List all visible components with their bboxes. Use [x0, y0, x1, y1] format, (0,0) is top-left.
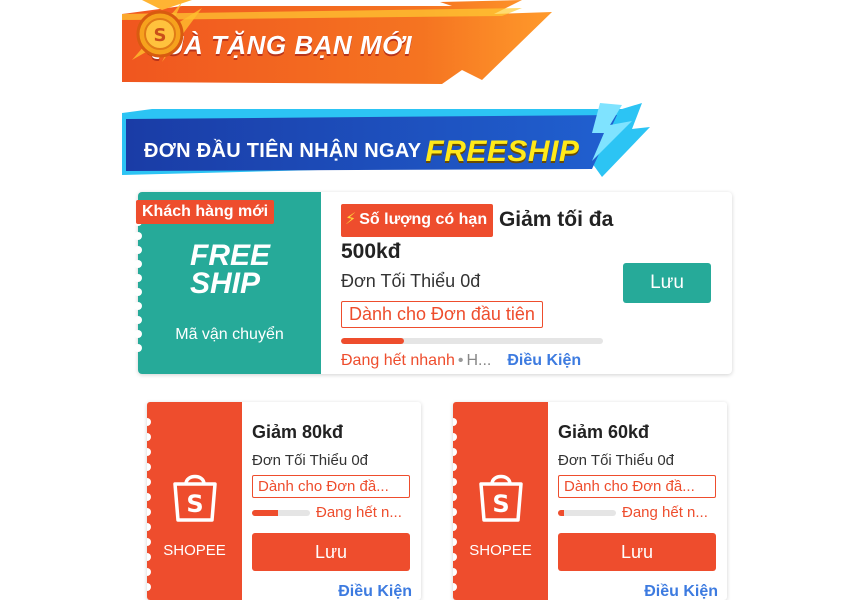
voucher-discount-title: Giảm 60kđ — [558, 422, 650, 442]
banner-freeship-title: ĐƠN ĐẦU TIÊN NHẬN NGAY FREESHIP — [144, 131, 580, 168]
shopee-voucher-details: Giảm 60kđ Đơn Tối Thiểu 0đ Dành cho Đơn … — [558, 422, 718, 600]
shopping-bag-icon: S — [173, 474, 217, 522]
usage-progress-fill — [252, 509, 279, 516]
min-order-text: Đơn Tối Thiểu 0đ — [558, 452, 675, 469]
first-order-tag: Dành cho Đơn đầu tiên — [341, 301, 543, 328]
selling-fast-text: Đang hết n... — [316, 504, 402, 521]
banner-freeship-highlight: FREESHIP — [425, 135, 580, 168]
freeship-voucher-details: ⚡ Số lượng có hạn Giảm tối đa 500kđ Đơn T… — [341, 204, 621, 370]
svg-text:S: S — [154, 25, 167, 46]
save-voucher-button[interactable]: Lưu — [252, 533, 410, 571]
selling-fast-text: Đang hết nhanh — [341, 352, 455, 369]
shopee-voucher-card: S SHOPEE Giảm 80kđ Đơn Tối Thiểu 0đ Dành… — [147, 402, 421, 600]
usage-row: Đang hết n... — [252, 504, 412, 521]
shopee-voucher-details: Giảm 80kđ Đơn Tối Thiểu 0đ Dành cho Đơn … — [252, 422, 412, 600]
ticket-edge — [147, 418, 151, 598]
usage-progress-fill — [558, 509, 564, 516]
first-order-tag: Dành cho Đơn đầ... — [252, 475, 410, 498]
freeship-logo-line2: SHIP — [190, 267, 261, 300]
selling-fast-text: Đang hết n... — [622, 504, 708, 521]
usage-progress-bar — [341, 338, 603, 344]
usage-progress-fill — [341, 338, 404, 344]
freeship-logo: FREE SHIP — [190, 239, 271, 300]
svg-text:S: S — [186, 490, 203, 518]
svg-text:S: S — [492, 490, 509, 518]
usage-row: Đang hết n... — [558, 504, 718, 521]
conditions-link[interactable]: Điều Kiện — [558, 583, 718, 600]
shopee-brand-label: SHOPEE — [469, 542, 532, 559]
freeship-voucher-title: ⚡ Số lượng có hạn Giảm tối đa 500kđ — [341, 204, 621, 267]
freeship-logo-line1: FREE — [190, 239, 271, 272]
usage-progress-bar — [252, 509, 310, 516]
coin-icon: S — [132, 2, 202, 62]
shopee-brand-label: SHOPEE — [163, 542, 226, 559]
new-customer-badge: Khách hàng mới — [136, 200, 275, 224]
banner-new-user-gift: QUÀ TẶNG BẠN MỚI S — [122, 0, 572, 88]
freeship-voucher-card: FREE SHIP Mã vận chuyển Khách hàng mới ⚡… — [134, 192, 732, 374]
expiry-text: H... — [466, 352, 492, 369]
conditions-link[interactable]: Điều Kiện — [507, 352, 581, 369]
banner-freeship: ĐƠN ĐẦU TIÊN NHẬN NGAY FREESHIP — [122, 103, 652, 183]
shopee-voucher-stub: S SHOPEE — [453, 402, 548, 600]
ticket-edge — [453, 418, 457, 598]
min-order-text: Đơn Tối Thiểu 0đ — [252, 452, 369, 469]
shopping-bag-icon: S — [479, 474, 523, 522]
usage-progress-bar — [558, 509, 616, 516]
separator-dot: • — [457, 352, 464, 369]
limited-quantity-badge: ⚡ Số lượng có hạn — [341, 204, 494, 237]
banner-freeship-text: ĐƠN ĐẦU TIÊN NHẬN NGAY — [144, 140, 422, 162]
save-voucher-button[interactable]: Lưu — [558, 533, 716, 571]
voucher-footer: Đang hết nhanh • H... Điều Kiện — [341, 352, 621, 370]
voucher-discount-title: Giảm 80kđ — [252, 422, 344, 442]
shopee-voucher-stub: S SHOPEE — [147, 402, 242, 600]
freeship-subtitle: Mã vận chuyển — [175, 326, 284, 343]
lightning-icon: ⚡ — [345, 211, 357, 228]
min-order-text: Đơn Tối Thiểu 0đ — [341, 271, 481, 291]
save-voucher-button[interactable]: Lưu — [623, 263, 711, 303]
first-order-tag: Dành cho Đơn đầ... — [558, 475, 716, 498]
limited-quantity-label: Số lượng có hạn — [359, 211, 488, 228]
conditions-link[interactable]: Điều Kiện — [252, 583, 412, 600]
shopee-voucher-card: S SHOPEE Giảm 60kđ Đơn Tối Thiểu 0đ Dành… — [453, 402, 727, 600]
